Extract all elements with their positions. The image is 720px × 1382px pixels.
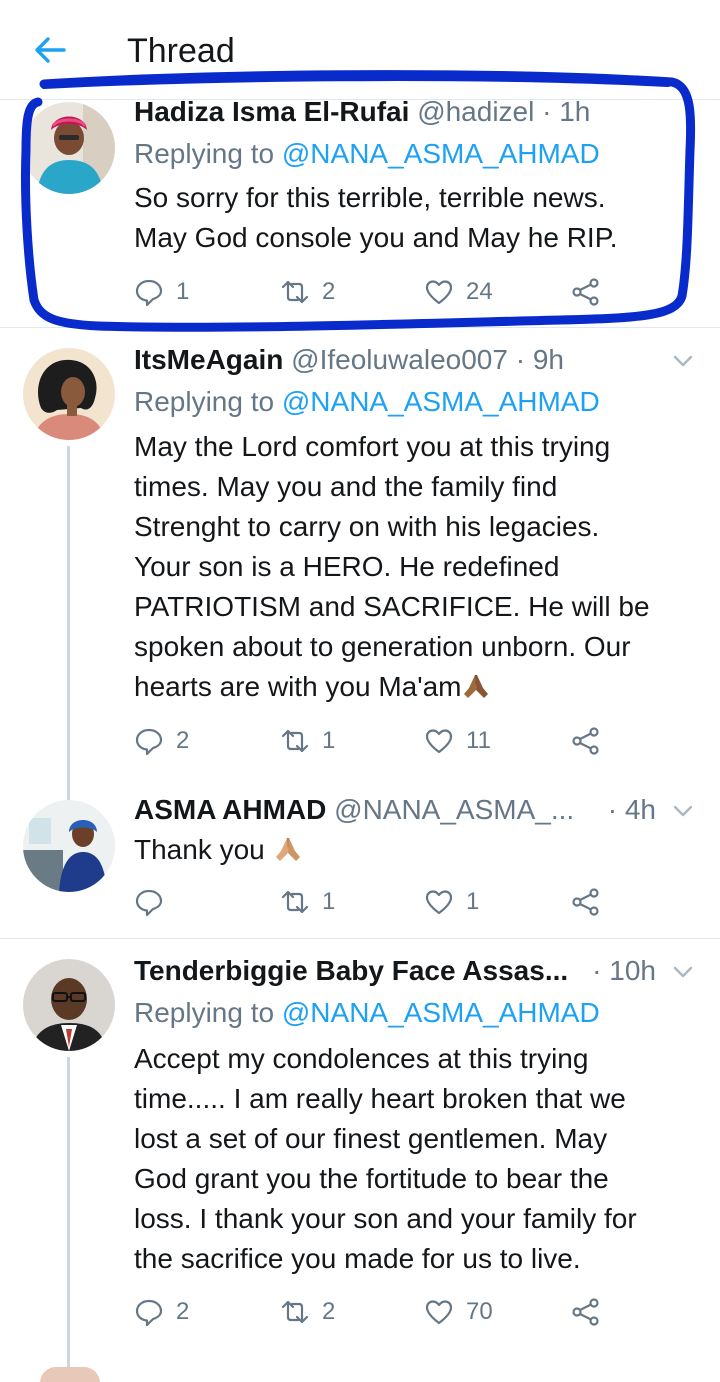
tweet-header: Tenderbiggie Baby Face Assas... · 10h — [134, 953, 700, 989]
tweet-text: Thank you — [134, 830, 694, 870]
tweet-actions: 1 1 — [134, 885, 614, 919]
tweet-actions: 2 2 70 — [134, 1295, 614, 1329]
chevron-down-icon[interactable] — [670, 798, 696, 824]
retweet-icon — [281, 890, 309, 914]
folded-hands-icon — [275, 838, 300, 861]
woman-headwrap-avatar[interactable] — [23, 102, 115, 194]
replying-to: Replying to @NANA_ASMA_AHMAD — [134, 997, 600, 1028]
tweet-tenderbiggie[interactable]: Tenderbiggie Baby Face Assas... · 10h Re… — [0, 939, 720, 1382]
share-icon — [572, 278, 599, 306]
like-button[interactable]: 11 — [424, 724, 491, 758]
woman-office-avatar[interactable] — [23, 800, 115, 892]
like-button[interactable]: 70 — [424, 1295, 493, 1329]
like-button[interactable]: 24 — [424, 275, 493, 309]
tweet-actions: 2 1 11 — [134, 724, 614, 758]
handle[interactable]: @NANA_ASMA_... — [334, 794, 574, 825]
share-button[interactable] — [571, 724, 601, 758]
reply-icon — [135, 889, 163, 917]
share-icon — [572, 888, 599, 916]
retweet-button[interactable]: 2 — [280, 1295, 335, 1329]
mention-link[interactable]: @NANA_ASMA_AHMAD — [282, 138, 600, 169]
share-icon — [572, 727, 599, 755]
tweet-text: So sorry for this terrible, terrible new… — [134, 182, 618, 253]
display-name[interactable]: Hadiza Isma El-Rufai — [134, 96, 409, 127]
mention-link[interactable]: @NANA_ASMA_AHMAD — [282, 997, 600, 1028]
reply-button[interactable]: 1 — [134, 275, 189, 309]
thread-connector — [67, 788, 70, 800]
man-glasses-avatar[interactable] — [23, 959, 115, 1051]
retweet-button[interactable]: 1 — [280, 724, 335, 758]
thread-connector — [67, 1057, 70, 1382]
reply-icon — [135, 728, 163, 756]
next-tweet-avatar-peek — [40, 1367, 100, 1382]
reply-icon — [135, 1299, 163, 1327]
illustrated-woman-avatar[interactable] — [23, 348, 115, 440]
timestamp: · 9h — [515, 344, 564, 375]
timestamp: · 10h — [592, 955, 656, 986]
heart-icon — [425, 1300, 453, 1325]
reply-icon — [135, 279, 163, 307]
share-button[interactable] — [571, 1295, 601, 1329]
chevron-down-icon[interactable] — [670, 348, 696, 374]
top-bar: Thread — [0, 0, 720, 100]
like-button[interactable]: 1 — [424, 885, 479, 919]
tweet-header: ItsMeAgain @Ifeoluwaleo007 · 9h — [134, 342, 700, 378]
tweet-header: ASMA AHMAD @NANA_ASMA_... · 4h — [134, 792, 700, 828]
heart-icon — [425, 729, 453, 754]
retweet-icon — [281, 1300, 309, 1324]
share-button[interactable] — [571, 275, 601, 309]
tweet-asma-ahmad[interactable]: ASMA AHMAD @NANA_ASMA_... · 4h Thank you… — [0, 788, 720, 938]
retweet-button[interactable]: 1 — [280, 885, 335, 919]
replying-to: Replying to @NANA_ASMA_AHMAD — [134, 138, 600, 169]
retweet-icon — [281, 729, 309, 753]
display-name[interactable]: ItsMeAgain — [134, 344, 283, 375]
display-name[interactable]: ASMA AHMAD — [134, 794, 326, 825]
handle[interactable]: @hadizel — [417, 96, 534, 127]
page-title: Thread — [127, 32, 235, 70]
retweet-button[interactable]: 2 — [280, 275, 335, 309]
handle[interactable]: @Ifeoluwaleo007 — [291, 344, 508, 375]
reply-button[interactable]: 2 — [134, 724, 189, 758]
thread-connector — [67, 446, 70, 792]
folded-hands-icon — [464, 675, 489, 698]
replying-to: Replying to @NANA_ASMA_AHMAD — [134, 386, 600, 417]
tweet-hadiza[interactable]: Hadiza Isma El-Rufai @hadizel · 1h Reply… — [0, 96, 720, 327]
tweet-itsmeagain[interactable]: ItsMeAgain @Ifeoluwaleo007 · 9h Replying… — [0, 328, 720, 792]
heart-icon — [425, 280, 453, 305]
reply-button[interactable]: 2 — [134, 1295, 189, 1329]
tweet-actions: 1 2 24 — [134, 275, 614, 309]
share-icon — [572, 1298, 599, 1326]
timestamp: · 4h — [607, 794, 656, 825]
chevron-down-icon[interactable] — [670, 959, 696, 985]
display-name[interactable]: Tenderbiggie Baby Face Assas... — [134, 955, 568, 986]
heart-icon — [425, 890, 453, 915]
share-button[interactable] — [571, 885, 601, 919]
tweet-text: Accept my condolences at this trying tim… — [134, 1043, 637, 1274]
retweet-icon — [281, 280, 309, 304]
reply-button[interactable] — [134, 885, 176, 919]
timestamp: · 1h — [542, 96, 591, 127]
tweet-header: Hadiza Isma El-Rufai @hadizel · 1h — [134, 94, 700, 130]
back-arrow-icon[interactable] — [30, 30, 70, 70]
mention-link[interactable]: @NANA_ASMA_AHMAD — [282, 386, 600, 417]
tweet-text: May the Lord comfort you at this trying … — [134, 431, 650, 702]
